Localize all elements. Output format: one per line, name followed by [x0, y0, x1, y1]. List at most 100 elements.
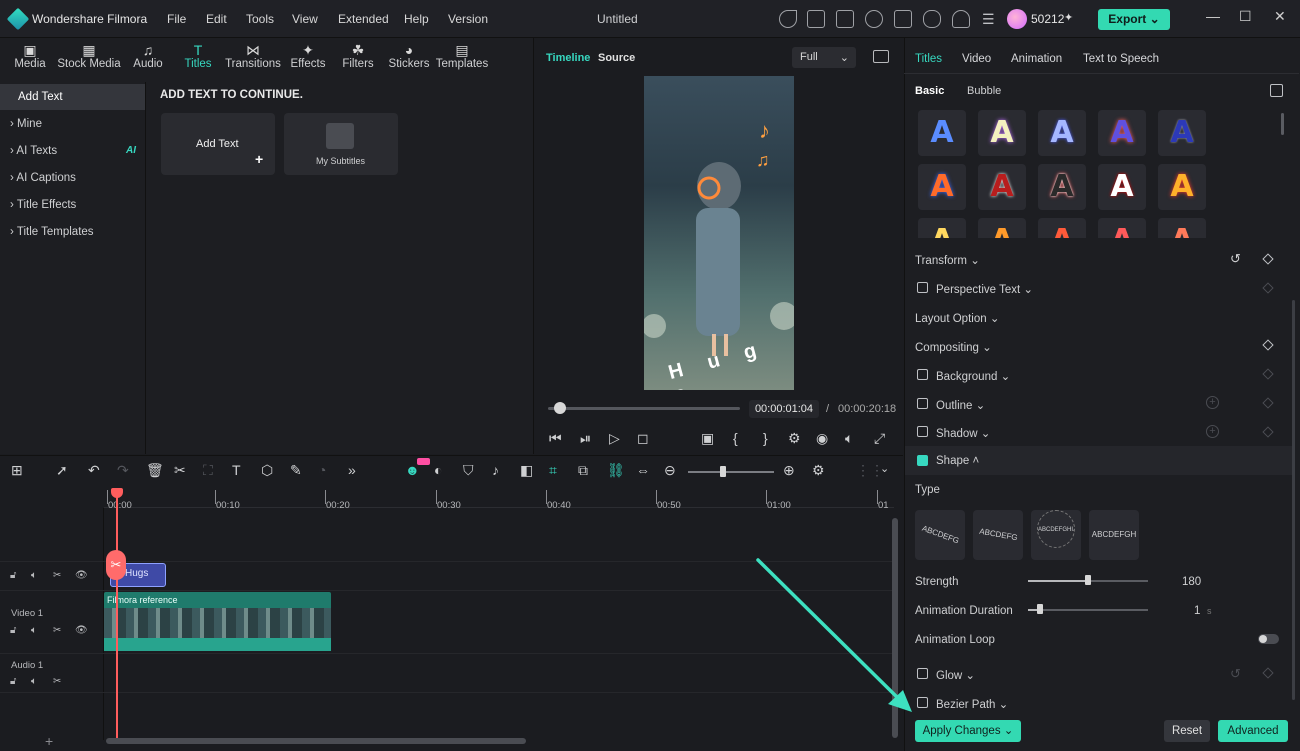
lock-icon[interactable]: 🔓︎ [10, 625, 16, 636]
tab-titles-props[interactable]: Titles [915, 53, 942, 65]
preset-item[interactable]: A [918, 164, 966, 210]
undo-icon[interactable]: ↶ [88, 462, 100, 479]
lock-icon[interactable]: 🔓︎ [10, 676, 16, 687]
cut-icon[interactable]: ✂ [174, 462, 186, 479]
notes-icon[interactable] [807, 10, 825, 28]
strength-value[interactable]: 180 [1182, 576, 1201, 588]
text-tool-icon[interactable]: T [232, 462, 241, 478]
hamburger-menu-icon[interactable]: ☰ [982, 11, 995, 28]
settings-icon[interactable]: ⚙ [788, 430, 801, 447]
background-checkbox[interactable] [917, 369, 928, 380]
menu-edit[interactable]: Edit [206, 12, 227, 26]
sidebar-item-ai-texts[interactable]: › AI Texts [0, 138, 145, 164]
reset-button[interactable]: Reset [1164, 720, 1210, 742]
menu-file[interactable]: File [167, 12, 186, 26]
zoom-in-icon[interactable]: ⊕ [783, 462, 795, 479]
zoom-slider[interactable] [688, 471, 774, 473]
preview-progress-track[interactable] [548, 407, 740, 410]
tab-video-props[interactable]: Video [962, 53, 991, 65]
auto-ripple-icon[interactable]: ◐ [434, 462, 442, 478]
preset-item[interactable]: A [918, 110, 966, 156]
tab-templates[interactable]: ▤ Templates [432, 42, 492, 70]
preview-progress-handle[interactable] [553, 402, 566, 414]
preset-item[interactable]: A [1038, 110, 1086, 156]
fullscreen-icon[interactable]: ⤢ [874, 430, 885, 447]
select-tool-icon[interactable]: ➚ [56, 462, 68, 479]
menu-view[interactable]: View [292, 12, 318, 26]
shape-type-flat[interactable]: ABCDEFGH [1089, 510, 1139, 560]
scissors-icon[interactable]: ✂ [106, 550, 126, 580]
shape-type-arc[interactable]: ABCDEFG [915, 510, 965, 560]
menu-tools[interactable]: Tools [246, 12, 274, 26]
track-effect-icon[interactable]: ✂ [53, 570, 61, 581]
current-time[interactable]: 00:00:01:04 [749, 400, 819, 418]
layout-grid-icon[interactable]: ⊞ [11, 462, 23, 479]
mark-in-icon[interactable]: { [733, 430, 738, 446]
quality-select[interactable]: Full ⌄ [792, 47, 856, 68]
split-screen-icon[interactable]: ◧ [520, 462, 533, 479]
menu-help[interactable]: Help [404, 12, 429, 26]
timeline-horizontal-scrollbar[interactable] [106, 738, 526, 744]
shape-type-bridge[interactable]: ABCDEFG [973, 510, 1023, 560]
menu-extended[interactable]: Extended [338, 12, 389, 26]
tab-stickers[interactable]: ◕ Stickers [379, 42, 439, 70]
audio-mix-icon[interactable]: ♪ [492, 462, 499, 478]
mark-out-icon[interactable]: } [763, 430, 768, 446]
animation-duration-value[interactable]: 1 [1194, 605, 1200, 617]
track-effect-icon[interactable]: ✂ [53, 625, 61, 636]
play-reverse-icon[interactable]: ⏯ [580, 430, 591, 447]
stop-icon[interactable]: ◻ [637, 430, 649, 447]
tab-titles[interactable]: T Titles [168, 42, 228, 70]
transform-section[interactable]: Transform ⌄ [915, 253, 980, 267]
eye-icon[interactable]: 👁︎ [75, 570, 88, 581]
apply-changes-button[interactable]: Apply Changes ⌄ [915, 720, 1021, 742]
layout-icon[interactable] [836, 10, 854, 28]
mute-icon[interactable]: 🔈︎ [31, 625, 37, 636]
outline-section[interactable]: Outline ⌄ [936, 398, 985, 412]
more-tools-icon[interactable]: » [348, 462, 356, 478]
subtab-bubble[interactable]: Bubble [967, 85, 1001, 97]
chevron-down-icon[interactable]: ⌄ [880, 462, 889, 475]
menu-version[interactable]: Version [448, 12, 488, 26]
preset-item[interactable]: A [1098, 218, 1146, 238]
tab-animation-props[interactable]: Animation [1011, 53, 1062, 65]
preset-item[interactable]: A [1098, 164, 1146, 210]
preset-item[interactable]: A [1158, 164, 1206, 210]
prev-frame-icon[interactable]: ⏮ [549, 430, 562, 447]
playhead[interactable] [116, 492, 118, 740]
plus-icon[interactable]: + [255, 151, 263, 167]
send-icon[interactable] [779, 10, 797, 28]
tab-stock-media[interactable]: ▦ Stock Media [56, 42, 122, 70]
sidebar-item-title-effects[interactable]: › Title Effects [0, 192, 145, 218]
add-text-card[interactable]: Add Text + [161, 113, 275, 175]
bezier-path-section[interactable]: Bezier Path ⌄ [936, 697, 1008, 711]
credits-count[interactable]: 50212 [1031, 12, 1064, 26]
animation-loop-toggle[interactable] [1258, 634, 1279, 644]
delete-icon[interactable]: 🗑︎ [146, 462, 164, 479]
tab-text-to-speech[interactable]: Text to Speech [1083, 53, 1159, 65]
link-icon[interactable]: ⛓ [607, 462, 625, 479]
zoom-out-icon[interactable]: ⊖ [664, 462, 676, 479]
sidebar-item-mine[interactable]: › Mine [0, 111, 145, 137]
advanced-button[interactable]: Advanced [1218, 720, 1288, 742]
mute-icon[interactable]: 🔈︎ [31, 676, 37, 687]
fit-icon[interactable]: ⇔ [636, 462, 650, 478]
my-subtitles-card[interactable]: My Subtitles [284, 113, 398, 175]
shadow-section[interactable]: Shadow ⌄ [936, 426, 990, 440]
tab-media[interactable]: ▣ Media [0, 42, 60, 70]
sidebar-item-title-templates[interactable]: › Title Templates [0, 219, 145, 245]
tab-transitions[interactable]: ⋈ Transitions [223, 42, 283, 70]
zoom-slider-handle[interactable] [720, 466, 726, 477]
perspective-section[interactable]: Perspective Text ⌄ [936, 282, 1033, 296]
maximize-icon[interactable]: ☐ [1239, 8, 1252, 25]
background-section[interactable]: Background ⌄ [936, 369, 1010, 383]
animation-duration-handle[interactable] [1037, 604, 1043, 614]
preset-item[interactable]: A [1038, 164, 1086, 210]
preset-item[interactable]: A [1158, 218, 1206, 238]
tab-timeline-preview[interactable]: Timeline [546, 52, 590, 64]
save-icon[interactable] [894, 10, 912, 28]
snapshot-view-icon[interactable] [873, 50, 889, 63]
subtab-basic[interactable]: Basic [915, 85, 944, 97]
outline-checkbox[interactable] [917, 398, 928, 409]
pip-icon[interactable]: ⧉ [578, 462, 588, 479]
